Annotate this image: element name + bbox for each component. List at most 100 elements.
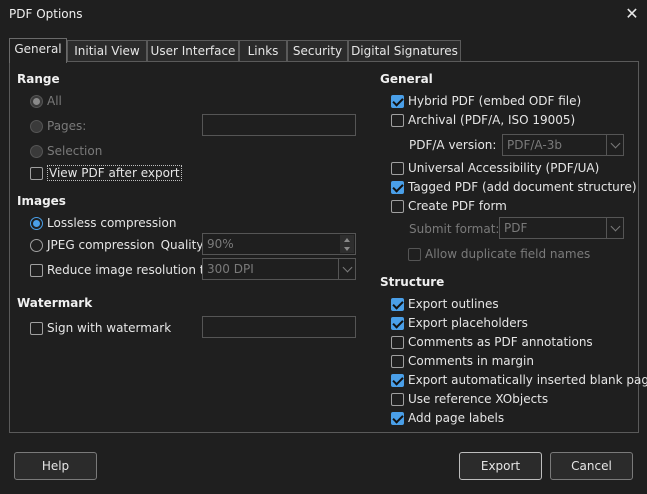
hybrid-option[interactable]: Hybrid PDF (embed ODF file) (391, 92, 581, 110)
tab-label: User Interface (150, 44, 236, 58)
page-labels-option[interactable]: Add page labels (391, 409, 504, 427)
range-pages-label: Pages: (47, 119, 87, 133)
page-labels-checkbox[interactable] (391, 411, 404, 425)
tagged-pdf-option[interactable]: Tagged PDF (add document structure) (391, 178, 637, 196)
placeholders-checkbox[interactable] (391, 316, 404, 330)
accessibility-option[interactable]: Universal Accessibility (PDF/UA) (391, 159, 599, 177)
lossless-label: Lossless compression (47, 216, 177, 230)
watermark-title: Watermark (17, 296, 93, 310)
export-button[interactable]: Export (459, 452, 542, 480)
archival-checkbox[interactable] (391, 113, 404, 127)
xobjects-option[interactable]: Use reference XObjects (391, 390, 548, 408)
annotations-label: Comments as PDF annotations (408, 335, 593, 349)
accessibility-checkbox[interactable] (391, 161, 404, 175)
tab-digital-signatures[interactable]: Digital Signatures (348, 40, 461, 62)
archival-option[interactable]: Archival (PDF/A, ISO 19005) (391, 111, 575, 129)
pdfa-version-row: PDF/A version: (409, 136, 496, 154)
tagged-pdf-checkbox[interactable] (391, 180, 404, 194)
page-labels-label: Add page labels (408, 411, 505, 425)
close-icon[interactable]: ✕ (624, 5, 640, 23)
hybrid-checkbox[interactable] (391, 94, 404, 108)
quality-label: Quality: (160, 238, 207, 252)
lossless-option[interactable]: Lossless compression (30, 214, 176, 232)
tab-links[interactable]: Links (239, 40, 287, 62)
xobjects-checkbox[interactable] (391, 392, 404, 406)
placeholders-label: Export placeholders (408, 316, 528, 330)
lossless-radio[interactable] (30, 216, 43, 230)
tab-general[interactable]: General (9, 38, 67, 63)
reduce-resolution-option[interactable]: Reduce image resolution to: (30, 261, 216, 279)
submit-format-label: Submit format: (409, 222, 500, 236)
chevron-down-icon (610, 221, 620, 231)
chevron-down-icon (342, 262, 352, 272)
submit-format-row: Submit format: (409, 220, 499, 238)
tab-initial-view[interactable]: Initial View (67, 40, 147, 62)
jpeg-option[interactable]: JPEG compression Quality: (30, 236, 207, 254)
resolution-combobox[interactable]: 300 DPI (202, 258, 356, 280)
annotations-checkbox[interactable] (391, 335, 404, 349)
help-button[interactable]: Help (14, 452, 97, 480)
images-title: Images (17, 194, 66, 208)
watermark-checkbox[interactable] (30, 321, 43, 335)
pages-input[interactable] (202, 114, 356, 136)
blank-pages-label: Export automatically inserted blank page… (408, 373, 647, 387)
allow-duplicate-label: Allow duplicate field names (425, 247, 591, 261)
allow-duplicate-option[interactable]: Allow duplicate field names (408, 245, 590, 263)
create-form-option[interactable]: Create PDF form (391, 197, 507, 215)
range-selection-option[interactable]: Selection (30, 142, 102, 160)
quality-stepper[interactable] (340, 235, 354, 253)
range-all-option[interactable]: All (30, 92, 62, 110)
blank-pages-option[interactable]: Export automatically inserted blank page… (391, 371, 647, 389)
window-title: PDF Options (9, 7, 83, 21)
view-pdf-checkbox[interactable] (30, 166, 43, 180)
outlines-option[interactable]: Export outlines (391, 295, 499, 313)
create-form-label: Create PDF form (408, 199, 507, 213)
range-all-radio[interactable] (30, 94, 43, 108)
tab-label: Links (247, 44, 279, 58)
reduce-resolution-checkbox[interactable] (30, 263, 43, 277)
range-pages-radio[interactable] (30, 119, 43, 133)
submit-format-combobox[interactable]: PDF (499, 217, 624, 239)
placeholders-option[interactable]: Export placeholders (391, 314, 528, 332)
outlines-checkbox[interactable] (391, 297, 404, 311)
structure-title: Structure (380, 275, 445, 289)
tab-label: Digital Signatures (351, 44, 458, 58)
pdfa-dropdown-button[interactable] (606, 135, 623, 155)
xobjects-label: Use reference XObjects (408, 392, 549, 406)
range-all-label: All (47, 94, 62, 108)
create-form-checkbox[interactable] (391, 199, 404, 213)
general-panel: Range All Pages: Selection View PDF afte… (9, 61, 647, 433)
pdfa-version-value: PDF/A-3b (507, 138, 562, 152)
comments-margin-option[interactable]: Comments in margin (391, 352, 534, 370)
stepper-up[interactable] (340, 235, 354, 244)
watermark-input[interactable] (202, 316, 356, 338)
view-pdf-label: View PDF after export (47, 165, 182, 181)
tab-label: Initial View (74, 44, 140, 58)
allow-duplicate-checkbox[interactable] (408, 247, 421, 261)
tagged-pdf-label: Tagged PDF (add document structure) (408, 180, 637, 194)
stepper-down[interactable] (340, 244, 354, 253)
accessibility-label: Universal Accessibility (PDF/UA) (408, 161, 600, 175)
resolution-dropdown-button[interactable] (338, 259, 355, 279)
annotations-option[interactable]: Comments as PDF annotations (391, 333, 593, 351)
tab-security[interactable]: Security (287, 40, 348, 62)
submit-format-value: PDF (504, 221, 528, 235)
tab-user-interface[interactable]: User Interface (147, 40, 239, 62)
quality-value: 90% (207, 237, 234, 251)
submit-dropdown-button[interactable] (606, 218, 623, 238)
outlines-label: Export outlines (408, 297, 499, 311)
arrow-up-icon (344, 237, 350, 242)
cancel-button[interactable]: Cancel (550, 452, 633, 480)
view-pdf-option[interactable]: View PDF after export (30, 164, 182, 182)
watermark-option[interactable]: Sign with watermark (30, 319, 171, 337)
range-selection-radio[interactable] (30, 144, 43, 158)
jpeg-radio[interactable] (30, 238, 43, 252)
pdfa-version-combobox[interactable]: PDF/A-3b (502, 134, 624, 156)
comments-margin-checkbox[interactable] (391, 354, 404, 368)
range-selection-label: Selection (47, 144, 103, 158)
quality-spinbox[interactable]: 90% (202, 233, 356, 255)
hybrid-label: Hybrid PDF (embed ODF file) (408, 94, 582, 108)
tab-label: Security (292, 44, 343, 58)
blank-pages-checkbox[interactable] (391, 373, 404, 387)
range-pages-option[interactable]: Pages: (30, 117, 86, 135)
